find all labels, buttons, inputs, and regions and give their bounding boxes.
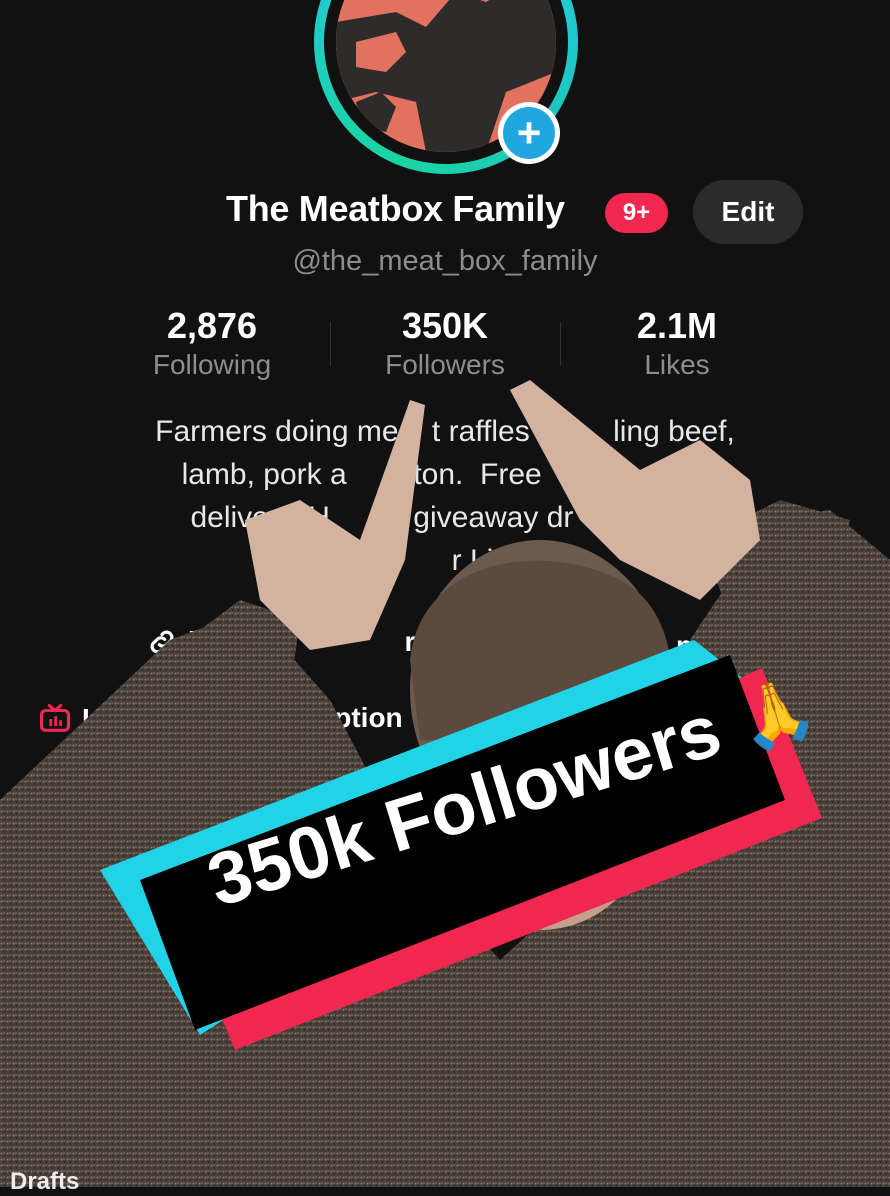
caption-banner bbox=[100, 640, 822, 1050]
drafts-label[interactable]: Drafts bbox=[10, 1168, 79, 1196]
